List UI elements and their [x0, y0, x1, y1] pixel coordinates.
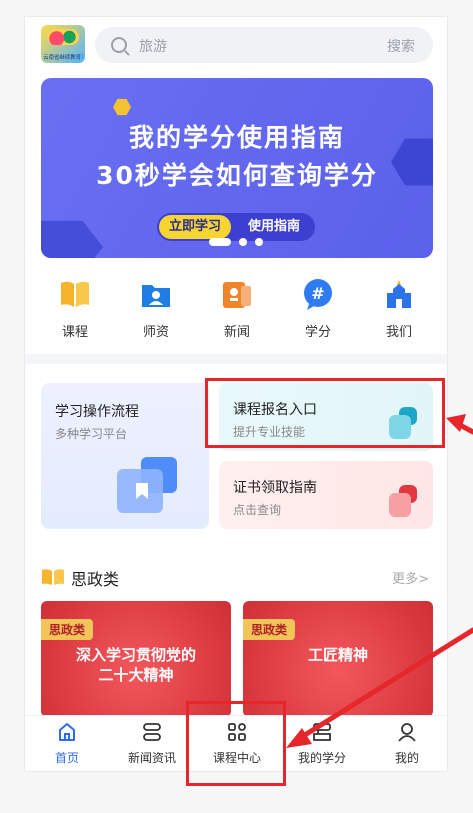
banner-button-group: 立即学习 使用指南	[157, 213, 315, 241]
section-divider	[25, 354, 447, 364]
learn-now-button[interactable]: 立即学习	[159, 215, 231, 239]
arrow-to-enroll-icon	[446, 414, 473, 435]
entry-teachers[interactable]: 师资	[121, 271, 191, 341]
certificate-guide-card[interactable]: 证书领取指南 点击查询	[219, 461, 433, 529]
more-link[interactable]: 更多>	[392, 568, 429, 587]
carousel-dots[interactable]	[209, 238, 279, 246]
entry-label: 我们	[385, 325, 412, 340]
highlight-box-enroll	[205, 378, 445, 448]
course-card[interactable]: 思政类 工匠精神	[243, 601, 433, 717]
quick-entry-row: 课程 师资 新闻 # 学分 我们	[25, 271, 447, 341]
home-icon	[59, 723, 75, 741]
credit-stack-icon	[313, 723, 331, 741]
logo-text: 云南省继续教育平台	[43, 54, 83, 61]
highlight-box-course-center	[186, 701, 286, 786]
entry-label: 课程	[61, 325, 88, 340]
tab-label: 新闻资讯	[127, 751, 176, 765]
course-title: 工匠精神	[243, 645, 433, 665]
banner-title: 我的学分使用指南	[128, 123, 345, 152]
entry-label: 新闻	[223, 325, 250, 340]
hexagon-decoration-icon	[113, 98, 131, 116]
building-icon	[387, 280, 411, 308]
course-card[interactable]: 思政类 深入学习贯彻党的 二十大精神	[41, 601, 231, 717]
course-title-line: 工匠精神	[307, 646, 368, 664]
entry-about-us[interactable]: 我们	[364, 271, 434, 341]
bookmark-icon	[136, 483, 148, 499]
tab-home[interactable]: 首页	[25, 716, 109, 771]
card-decoration-icon	[389, 493, 411, 517]
course-title: 深入学习贯彻党的 二十大精神	[41, 645, 231, 685]
entry-course[interactable]: 课程	[40, 271, 110, 341]
logo-mark-icon	[47, 29, 79, 45]
app-logo[interactable]: 云南省继续教育平台	[41, 25, 85, 63]
hexagon-decoration-icon	[41, 220, 103, 258]
user-icon	[398, 723, 416, 742]
hash-chat-icon: #	[304, 279, 332, 310]
search-button[interactable]: 搜索	[387, 36, 415, 56]
card-subtitle: 点击查询	[233, 503, 282, 517]
course-title-line: 深入学习贯彻党的	[75, 646, 196, 664]
entry-news[interactable]: 新闻	[202, 271, 272, 341]
entry-label: 学分	[304, 325, 331, 340]
search-bar[interactable]: 旅游 搜索	[95, 27, 433, 63]
tab-my-credits[interactable]: 我的学分	[280, 716, 364, 771]
card-title: 证书领取指南	[233, 480, 317, 496]
tab-me[interactable]: 我的	[365, 716, 447, 771]
search-icon	[111, 37, 127, 53]
card-subtitle: 多种学习平台	[55, 427, 128, 441]
tab-news[interactable]: 新闻资讯	[110, 716, 194, 771]
entry-credits[interactable]: # 学分	[283, 271, 353, 341]
promo-banner[interactable]: 我的学分使用指南 30秒学会如何查询学分 立即学习 使用指南	[41, 78, 433, 258]
carousel-dot-active[interactable]	[209, 238, 231, 246]
entry-label: 师资	[142, 325, 169, 340]
card-title: 学习操作流程	[55, 404, 139, 420]
tab-label: 我的	[394, 751, 419, 765]
carousel-dot[interactable]	[255, 238, 263, 246]
course-title-line: 二十大精神	[98, 666, 174, 684]
news-icon	[223, 282, 251, 308]
carousel-dot[interactable]	[239, 238, 247, 246]
book-icon	[42, 569, 64, 585]
usage-guide-button[interactable]: 使用指南	[235, 215, 313, 239]
banner-subtitle: 30秒学会如何查询学分	[96, 161, 378, 190]
svg-text:#: #	[311, 284, 324, 303]
phone-frame: 云南省继续教育平台 旅游 搜索 我的学分使用指南 30秒学会如何查询学分 立即学…	[24, 16, 448, 772]
study-process-card[interactable]: 学习操作流程 多种学习平台	[41, 383, 209, 529]
course-tag: 思政类	[243, 619, 296, 640]
teacher-folder-icon	[142, 285, 170, 307]
book-icon	[61, 281, 89, 307]
tab-label: 首页	[54, 751, 79, 765]
section-title: 思政类	[71, 570, 120, 589]
course-tag: 思政类	[41, 619, 94, 640]
news-stack-icon	[143, 723, 161, 741]
tab-label: 我的学分	[297, 751, 346, 765]
search-input[interactable]: 旅游	[139, 36, 167, 56]
